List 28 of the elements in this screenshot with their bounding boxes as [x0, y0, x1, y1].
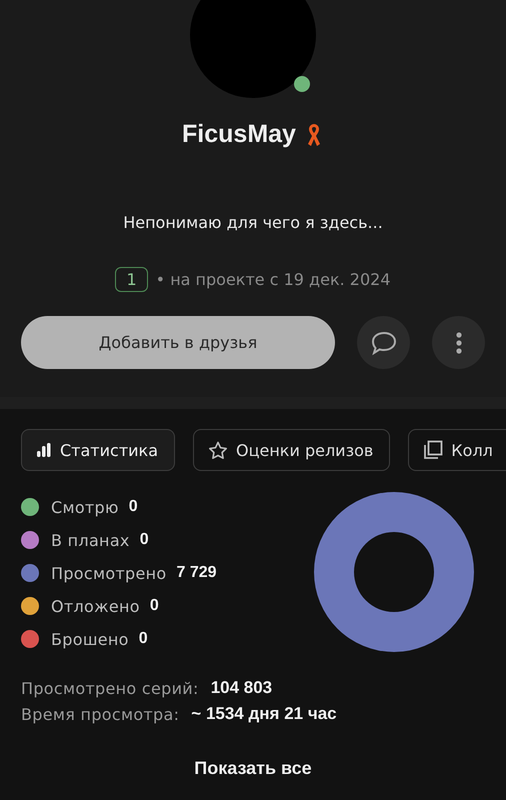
copy-squares-icon [423, 440, 444, 460]
legend-label: Отложено [51, 596, 140, 616]
star-icon [208, 440, 228, 460]
add-friend-button[interactable]: Добавить в друзья [21, 316, 335, 369]
legend-count: 0 [140, 531, 149, 549]
summary-label: Просмотрено серий: [21, 678, 199, 698]
profile-status: Непонимаю для чего я здесь... [122, 213, 384, 232]
legend-count: 7 729 [176, 564, 217, 582]
more-icon [456, 332, 462, 354]
legend-label: Брошено [51, 630, 129, 648]
bar-chart-icon [36, 443, 52, 457]
chat-bubble-icon [370, 330, 398, 356]
username: FicusMay [182, 120, 296, 149]
legend-label: Просмотрено [51, 564, 167, 582]
summary-label: Время просмотра: [21, 704, 180, 724]
show-all-button[interactable]: Показать все [188, 754, 318, 783]
legend-label: В планах [51, 530, 130, 550]
summary-value: ~ 1534 дня 21 час [191, 704, 337, 724]
tab[interactable]: Колл [408, 429, 506, 471]
tab[interactable]: Оценки релизов [193, 429, 390, 471]
join-date: • на проекте с 19 дек. 2024 [156, 270, 390, 289]
level-badge: 1 [115, 267, 148, 292]
legend-count: 0 [138, 630, 148, 648]
legend-count: 0 [150, 597, 159, 615]
summary-value: 104 803 [210, 678, 272, 698]
legend-label: Смотрю [51, 498, 119, 516]
tab[interactable]: Статистика [21, 429, 175, 471]
legend-count: 0 [128, 498, 138, 516]
